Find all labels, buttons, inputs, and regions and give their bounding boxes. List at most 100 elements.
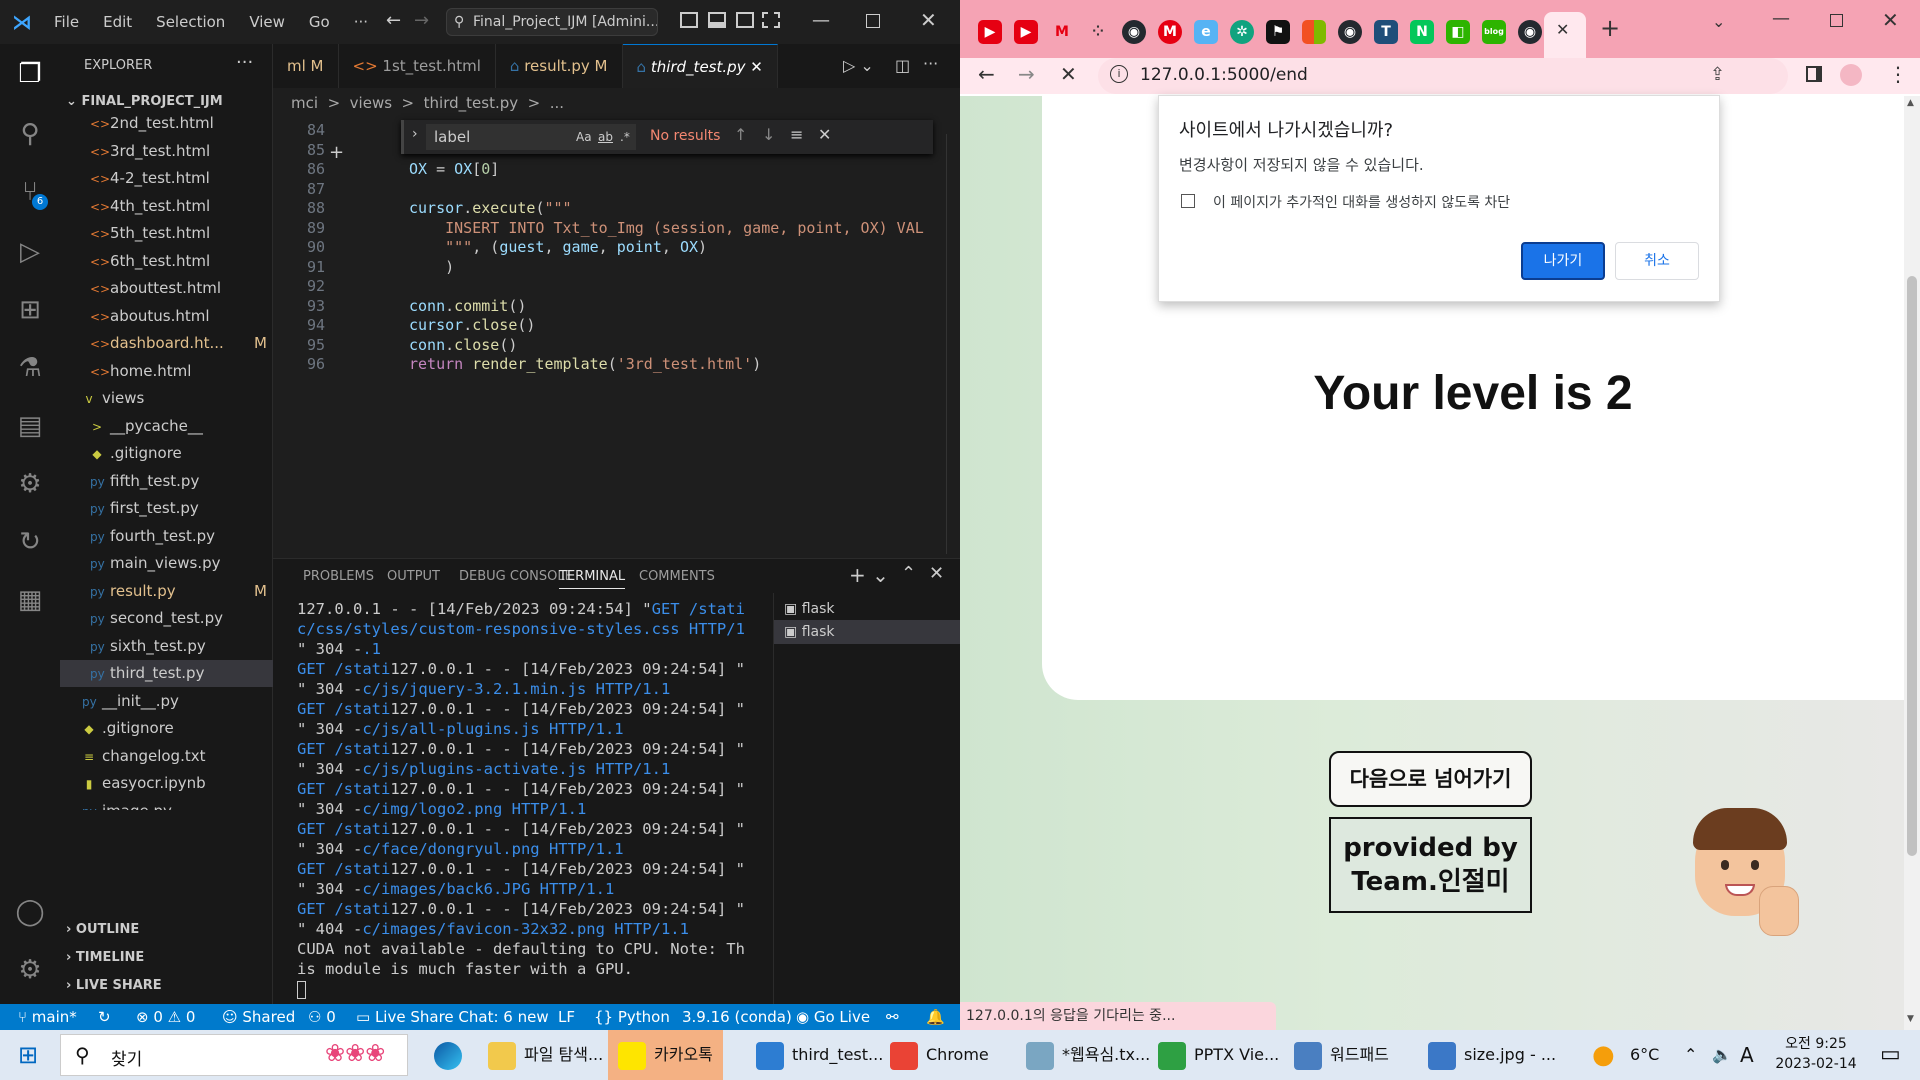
- close-panel-icon[interactable]: ✕: [929, 563, 944, 584]
- scroll-thumb[interactable]: [1907, 276, 1917, 856]
- liveshare-chat-status[interactable]: ▭ Live Share Chat: 6 new: [356, 1004, 549, 1030]
- leave-button[interactable]: 나가기: [1521, 242, 1605, 280]
- close-tab-icon[interactable]: ✕: [1556, 20, 1569, 39]
- close-window-icon[interactable]: ✕: [920, 8, 937, 32]
- tree-item[interactable]: py __init__.py: [60, 688, 273, 715]
- next-match-icon[interactable]: ↓: [762, 125, 775, 144]
- tab-favicon-dots-icon[interactable]: ⁘: [1086, 20, 1110, 44]
- tree-item[interactable]: <>abouttest.html: [60, 275, 273, 302]
- taskbar-app[interactable]: 워드패드: [1294, 1030, 1389, 1080]
- edge-taskbar-icon[interactable]: [434, 1030, 470, 1080]
- tree-item[interactable]: <>6th_test.html: [60, 248, 273, 275]
- editor-tab[interactable]: ⌂ result.py M: [496, 44, 623, 88]
- tree-item[interactable]: ◆ .gitignore: [60, 715, 273, 742]
- tree-item[interactable]: ◆ .gitignore: [60, 440, 273, 467]
- taskbar-search[interactable]: ⚲ 찾기 ❀❀❀: [60, 1034, 408, 1076]
- maximize-window-icon[interactable]: [866, 14, 880, 28]
- menu-item[interactable]: Selection: [156, 13, 225, 31]
- cancel-button[interactable]: 취소: [1615, 242, 1699, 280]
- project-header[interactable]: ⌄ FINAL_PROJECT_IJM: [66, 94, 223, 109]
- tree-item[interactable]: <>3rd_test.html: [60, 138, 273, 165]
- tab-search-chevron-icon[interactable]: ⌄: [1712, 12, 1725, 31]
- weather-sun-icon[interactable]: ●: [1592, 1030, 1615, 1080]
- notification-center-icon[interactable]: ▭: [1880, 1030, 1901, 1080]
- fold-add-icon[interactable]: +: [329, 142, 344, 163]
- taskbar-app[interactable]: third_test...: [756, 1030, 883, 1080]
- tree-item[interactable]: py result.py M: [60, 578, 273, 605]
- weather-temp[interactable]: 6°C: [1630, 1030, 1659, 1080]
- chrome-menu-icon[interactable]: ⋮: [1888, 62, 1908, 86]
- back-arrow-icon[interactable]: ←: [386, 10, 401, 31]
- toggle-sidebar-icon[interactable]: [680, 12, 698, 28]
- taskbar-app[interactable]: 카카오톡: [608, 1030, 723, 1080]
- tree-item[interactable]: py third_test.py: [60, 660, 273, 687]
- tab-favicon-github-2-icon[interactable]: ◉: [1338, 20, 1362, 44]
- ime-indicator[interactable]: A: [1740, 1030, 1754, 1080]
- close-tab-icon[interactable]: ✕: [746, 58, 763, 76]
- panel-tab[interactable]: PROBLEMS: [303, 569, 374, 584]
- tab-favicon-flag-icon[interactable]: ⚑: [1266, 20, 1290, 44]
- eol-status[interactable]: LF: [558, 1004, 575, 1030]
- explorer-more-icon[interactable]: ···: [236, 52, 253, 73]
- tree-item[interactable]: ▮ easyocr.ipynb: [60, 770, 273, 797]
- forward-arrow-icon[interactable]: →: [414, 10, 429, 31]
- tree-item[interactable]: <>aboutus.html: [60, 303, 273, 330]
- chrome-close-icon[interactable]: ✕: [1882, 8, 1899, 32]
- tree-item[interactable]: py sixth_test.py: [60, 633, 273, 660]
- tab-favicon-m-icon[interactable]: M: [1050, 20, 1074, 44]
- code-view[interactable]: 84point = float(conf.confidence)8586OX =…: [273, 118, 960, 558]
- tree-item[interactable]: py image.py: [60, 798, 273, 811]
- minimize-window-icon[interactable]: —: [812, 10, 830, 31]
- tree-item[interactable]: <>4th_test.html: [60, 193, 273, 220]
- panel-tab[interactable]: OUTPUT: [387, 569, 440, 584]
- clock[interactable]: 오전 9:25 2023-02-14: [1768, 1034, 1864, 1074]
- tree-item[interactable]: py second_test.py: [60, 605, 273, 632]
- panel-tab[interactable]: TERMINAL: [559, 569, 626, 589]
- tree-item[interactable]: py fifth_test.py: [60, 468, 273, 495]
- new-terminal-icon[interactable]: + ⌄: [849, 563, 889, 587]
- tree-item[interactable]: <>4-2_test.html: [60, 165, 273, 192]
- site-info-icon[interactable]: i: [1110, 65, 1128, 83]
- tree-item[interactable]: py fourth_test.py: [60, 523, 273, 550]
- menu-item[interactable]: View: [249, 13, 285, 31]
- explorer-icon[interactable]: ❐: [14, 58, 46, 90]
- panel-tab[interactable]: COMMENTS: [639, 569, 715, 584]
- toggle-panel-icon[interactable]: [708, 12, 726, 28]
- address-bar[interactable]: i 127.0.0.1:5000/end ⇪: [1098, 58, 1788, 94]
- source-control-icon[interactable]: ⑂ 6: [14, 176, 48, 210]
- tab-favicon-blog-icon[interactable]: blog: [1482, 20, 1506, 44]
- maximize-panel-icon[interactable]: ⌃: [901, 563, 916, 584]
- accounts-status-icon[interactable]: ⚯: [886, 1004, 899, 1030]
- go-live-status[interactable]: ◉ Go Live: [796, 1004, 870, 1030]
- tab-favicon-microsoft-icon[interactable]: [1302, 20, 1326, 44]
- command-center-search[interactable]: ⚲ Final_Project_IJM [Admini...: [446, 8, 658, 36]
- tab-favicon-t-icon[interactable]: T: [1374, 20, 1398, 44]
- terminal-instance[interactable]: ▣ flask: [774, 620, 961, 644]
- tree-item[interactable]: py main_views.py: [60, 550, 273, 577]
- run-debug-icon[interactable]: ▷: [14, 236, 46, 268]
- editor-tab[interactable]: ml M: [273, 44, 339, 88]
- language-status[interactable]: {} Python: [594, 1004, 670, 1030]
- taskbar-app[interactable]: 파일 탐색...: [488, 1030, 603, 1080]
- split-editor-icon[interactable]: ◫: [895, 56, 910, 75]
- tab-favicon-naver-icon[interactable]: N: [1410, 20, 1434, 44]
- share-icon[interactable]: ⇪: [1710, 64, 1725, 85]
- tree-item[interactable]: > __pycache__: [60, 413, 273, 440]
- menu-item[interactable]: Go: [309, 13, 330, 31]
- accounts-icon[interactable]: ◯: [14, 896, 46, 928]
- terminal-instance[interactable]: ▣ flask: [774, 597, 961, 621]
- editor-more-icon[interactable]: ···: [923, 54, 938, 73]
- new-tab-icon[interactable]: +: [1600, 14, 1620, 42]
- problems-status[interactable]: ⊗ 0 ⚠ 0: [136, 1004, 195, 1030]
- chrome-minimize-icon[interactable]: —: [1772, 8, 1790, 29]
- editor-scrollbar[interactable]: [946, 134, 960, 554]
- shared-status[interactable]: ☺ Shared: [222, 1004, 295, 1030]
- branch-status[interactable]: ⑂ main*: [18, 1004, 77, 1030]
- find-in-selection-icon[interactable]: ≡: [790, 125, 803, 144]
- docker-icon[interactable]: ▦: [14, 584, 46, 616]
- scroll-up-icon[interactable]: ▲: [1907, 98, 1914, 108]
- tab-favicon-github-icon[interactable]: ◉: [1122, 20, 1146, 44]
- tab-favicon-openai-icon[interactable]: ✲: [1230, 20, 1254, 44]
- search-view-icon[interactable]: ⚲: [14, 118, 46, 150]
- notifications-icon[interactable]: 🔔: [926, 1004, 945, 1030]
